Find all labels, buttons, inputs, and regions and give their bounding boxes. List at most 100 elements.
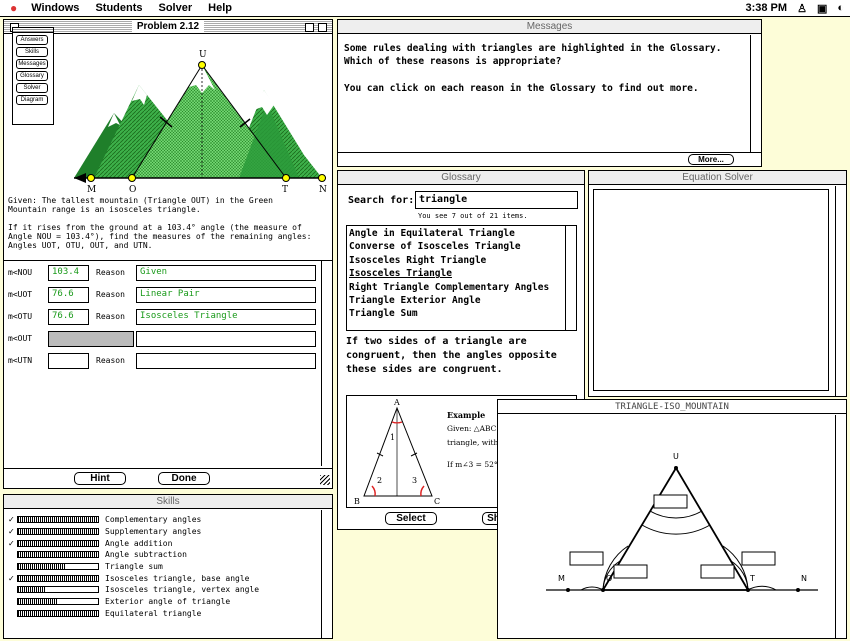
solver-scrollbar[interactable] xyxy=(835,186,846,396)
diagram-title: TRIANGLE-ISO_MOUNTAIN xyxy=(615,401,729,412)
tri-label-1: 1 xyxy=(390,433,395,442)
glossary-item[interactable]: Right Triangle Complementary Angles xyxy=(349,281,574,294)
solver-title: Equation Solver xyxy=(682,172,753,183)
solver-titlebar[interactable]: Equation Solver xyxy=(589,171,846,185)
reason-input[interactable] xyxy=(136,353,316,369)
skill-row: Triangle sum xyxy=(8,561,318,573)
skill-check: ✓ xyxy=(8,538,15,548)
apple-menu-icon[interactable]: ● xyxy=(0,1,23,15)
clock: 3:38 PM xyxy=(745,2,788,14)
menu-help[interactable]: Help xyxy=(200,2,240,14)
messages-button[interactable]: Messages xyxy=(16,59,48,69)
skill-row: ✓ Complementary angles xyxy=(8,514,318,526)
skills-button[interactable]: Skills xyxy=(16,47,48,57)
hint-button[interactable]: Hint xyxy=(74,472,126,485)
glossary-item[interactable]: Isosceles Triangle xyxy=(349,267,574,280)
glossary-item[interactable]: Triangle Sum xyxy=(349,307,574,320)
glossary-titlebar[interactable]: Glossary xyxy=(338,171,584,185)
select-button[interactable]: Select xyxy=(385,512,437,525)
messages-paragraph-2: You can click on each reason in the Glos… xyxy=(344,83,699,94)
answer-row: m<NOU 103.4 Reason Given xyxy=(8,265,318,283)
messages-titlebar[interactable]: Messages xyxy=(338,20,761,34)
palette-titlebar[interactable] xyxy=(13,28,53,33)
skill-progress-bar xyxy=(17,586,99,594)
skill-progress-bar xyxy=(17,574,99,582)
reason-input[interactable]: Given xyxy=(136,265,316,281)
skill-progress-bar xyxy=(17,551,99,559)
messages-scrollbar[interactable] xyxy=(750,35,761,152)
diagram-scrollbar[interactable] xyxy=(835,415,846,638)
angle-label: m<UTN xyxy=(8,356,33,365)
equation-solver-window: Equation Solver xyxy=(588,170,847,397)
skill-progress-fill xyxy=(18,540,98,546)
tri-label-2: 2 xyxy=(377,476,382,485)
skill-name: Exterior angle of triangle xyxy=(105,597,231,607)
solver-work-area[interactable] xyxy=(593,189,829,391)
speaker-icon[interactable]: ◐ xyxy=(837,2,844,14)
angle-value-input[interactable]: 76.6 xyxy=(48,309,89,325)
skill-name: Equilateral triangle xyxy=(105,608,202,618)
skills-titlebar[interactable]: Skills xyxy=(4,495,332,509)
help-balloon-icon[interactable]: ♙ xyxy=(797,2,807,15)
glossary-item[interactable]: Converse of Isosceles Triangle xyxy=(349,240,574,253)
glossary-definition: If two sides of a triangle are congruent… xyxy=(346,336,557,375)
reason-input[interactable]: Isosceles Triangle xyxy=(136,309,316,325)
angle-value-input[interactable] xyxy=(48,331,134,347)
menu-windows[interactable]: Windows xyxy=(23,2,87,14)
diagram-label-t: T xyxy=(749,574,755,583)
skill-row: ✓ Isosceles triangle, base angle xyxy=(8,572,318,584)
angle-value-input[interactable]: 76.6 xyxy=(48,287,89,303)
done-button[interactable]: Done xyxy=(158,472,210,485)
skill-name: Triangle sum xyxy=(105,562,163,572)
more-button[interactable]: More... xyxy=(688,154,734,165)
reason-label: Reason xyxy=(96,312,125,321)
menu-solver[interactable]: Solver xyxy=(151,2,201,14)
angle-box-vertex[interactable] xyxy=(653,494,688,509)
skill-row: ✓ Angle addition xyxy=(8,537,318,549)
resize-grip-icon[interactable] xyxy=(320,475,330,485)
menu-students[interactable]: Students xyxy=(87,2,150,14)
skill-progress-fill xyxy=(18,552,98,558)
glossary-list: Angle in Equilateral Triangle Converse of… xyxy=(346,225,577,331)
answer-row: m<OUT xyxy=(8,331,318,349)
skill-row: Isosceles triangle, vertex angle xyxy=(8,584,318,596)
skill-name: Angle subtraction xyxy=(105,550,187,560)
zoom-box-icon[interactable] xyxy=(305,23,314,32)
angle-box-right-exterior[interactable] xyxy=(741,551,776,566)
glossary-button[interactable]: Glossary xyxy=(16,71,48,81)
reason-input[interactable]: Linear Pair xyxy=(136,287,316,303)
application-menu-icon[interactable]: ▣ xyxy=(817,2,827,15)
problem-footer: Hint Done xyxy=(4,468,332,488)
answers-button[interactable]: Answers xyxy=(16,35,48,45)
glossary-item[interactable]: Triangle Exterior Angle xyxy=(349,294,574,307)
skills-scrollbar[interactable] xyxy=(321,510,332,638)
angle-box-right-base[interactable] xyxy=(700,564,735,579)
diagram-titlebar[interactable]: TRIANGLE-ISO_MOUNTAIN xyxy=(498,400,846,414)
angle-value-input[interactable]: 103.4 xyxy=(48,265,89,281)
tri-label-3: 3 xyxy=(412,476,417,485)
reason-input[interactable] xyxy=(136,331,316,347)
search-input[interactable]: triangle xyxy=(415,191,578,209)
skill-progress-bar xyxy=(17,539,99,547)
tri-label-c: C xyxy=(434,497,440,506)
glossary-item[interactable]: Angle in Equilateral Triangle xyxy=(349,227,574,240)
messages-title: Messages xyxy=(526,21,573,32)
angle-box-left-base[interactable] xyxy=(613,564,648,579)
answer-row: m<OTU 76.6 Reason Isosceles Triangle xyxy=(8,309,318,327)
diagram-button[interactable]: Diagram xyxy=(16,95,48,105)
solver-button[interactable]: Solver xyxy=(16,83,48,93)
glossary-list-scrollbar[interactable] xyxy=(565,226,576,330)
skill-progress-bar xyxy=(17,598,99,606)
glossary-item[interactable]: Isosceles Right Triangle xyxy=(349,254,574,267)
angle-value-input[interactable] xyxy=(48,353,89,369)
skill-progress-fill xyxy=(18,587,46,593)
collapse-box-icon[interactable] xyxy=(318,23,327,32)
skill-progress-bar xyxy=(17,563,99,571)
answer-scrollbar[interactable] xyxy=(321,261,332,466)
angle-box-left-exterior[interactable] xyxy=(569,551,604,566)
skill-progress-bar xyxy=(17,516,99,524)
reason-label: Reason xyxy=(96,268,125,277)
angle-label: m<OTU xyxy=(8,312,33,321)
label-t: T xyxy=(282,185,288,195)
answer-table: m<NOU 103.4 Reason Given m<UOT 76.6 Reason Line… xyxy=(4,260,332,466)
